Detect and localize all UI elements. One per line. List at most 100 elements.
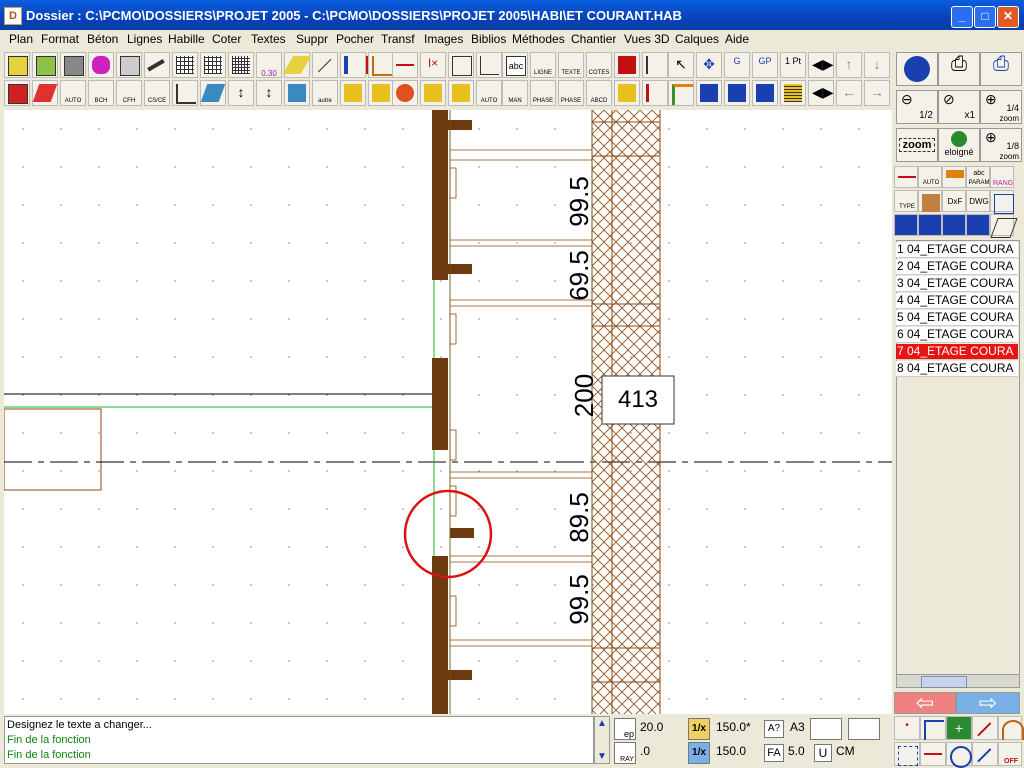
menu-format[interactable]: Format [41,32,79,46]
slab-button[interactable] [282,52,312,78]
text-texte-button[interactable]: TEXTE [558,52,584,78]
osnap-circle-button[interactable] [946,742,972,768]
zoom-half-button[interactable]: ⊖ 1/2 [896,90,938,124]
menu-aide[interactable]: Aide [725,32,749,46]
layer-item-3[interactable]: 3 04_ETAGE COURA [896,276,1018,292]
move-button[interactable]: ✥ [696,52,722,78]
phase2-button[interactable]: PHASE [558,80,584,106]
box-value-text[interactable]: 413 [602,386,674,414]
osnap-cross-button[interactable]: + [946,716,972,740]
dim-text-5[interactable]: 99.5 [564,574,595,625]
color-box-2[interactable] [848,718,880,740]
dim-text-2[interactable]: 69.5 [564,250,595,301]
dim-text-4[interactable]: 89.5 [564,492,595,543]
save-plan-button[interactable] [32,52,58,78]
color-box-1[interactable] [810,718,842,740]
reinforce-button[interactable] [614,52,640,78]
help-button[interactable]: A? [764,720,784,738]
status-scrollbar[interactable]: ▲ ▼ [594,716,610,764]
param-button[interactable]: abc PARAM [966,166,990,188]
paper-size[interactable]: A3 [790,720,805,734]
osnap-point-button[interactable]: • [894,716,920,740]
menu-coter[interactable]: Coter [212,32,241,46]
menu-pocher[interactable]: Pocher [336,32,374,46]
prev-next2-button[interactable]: ◀▶ [808,80,834,106]
next-layer-button[interactable]: ⇨ [956,692,1020,714]
arrow-right-button[interactable]: → [864,80,890,106]
frame-button[interactable] [448,52,474,78]
page-button[interactable] [60,52,86,78]
column-button[interactable] [340,52,370,78]
dxf-button[interactable]: DxF [942,190,966,212]
line-button[interactable] [312,52,338,78]
section-button[interactable] [642,52,668,78]
hat-button[interactable] [340,80,366,106]
csce-button[interactable]: CS/CE [144,80,170,106]
blocks-button[interactable] [942,166,966,188]
menu-plan[interactable]: Plan [9,32,33,46]
bch-button[interactable]: BCH [88,80,114,106]
phase-button[interactable]: PHASE [530,80,556,106]
scale2-value[interactable]: 150.0 [716,744,746,758]
thickness-button[interactable]: 0.30 [256,52,282,78]
cube-button[interactable] [918,190,942,212]
prev-next-button[interactable]: ◀▶ [808,52,834,78]
angle-button[interactable] [476,52,502,78]
arrow-up-button[interactable]: ↑ [836,52,862,78]
snap3-button[interactable] [942,214,966,236]
menu-methodes[interactable]: Méthodes [512,32,565,46]
layer-item-5[interactable]: 5 04_ETAGE COURA [896,310,1018,326]
layer-item-6[interactable]: 6 04_ETAGE COURA [896,327,1018,343]
close-button[interactable]: ✕ [997,6,1019,28]
zoom-x1-button[interactable]: ⊘ x1 [938,90,980,124]
cursor-button[interactable]: ↖ [668,52,694,78]
ep-value[interactable]: 20.0 [640,720,663,734]
auto-button[interactable]: AUTO [60,80,86,106]
zoom-window-button[interactable]: zoom [896,128,938,162]
menu-lignes[interactable]: Lignes [127,32,162,46]
dim-text-button[interactable]: I× [420,52,446,78]
stack2-button[interactable] [724,80,750,106]
menu-chantier[interactable]: Chantier [571,32,616,46]
fa-button[interactable]: FA [764,744,784,762]
dwg-button[interactable]: DWG [966,190,990,212]
refresh-button[interactable] [896,52,938,86]
auto2-button[interactable]: AUTO [476,80,502,106]
unit-cm[interactable]: CM [836,744,855,758]
osnap-rect-button[interactable] [894,742,920,766]
hatch-button[interactable] [780,80,806,106]
one-point-button[interactable]: 1 Pt [780,52,806,78]
osnap-line-button[interactable] [972,716,998,740]
layer-item-4[interactable]: 4 04_ETAGE COURA [896,293,1018,309]
layer-item-7[interactable]: 7 04_ETAGE COURA [896,344,1018,360]
layer-scroll-thumb[interactable] [921,676,967,688]
eloigne-button[interactable]: eloigné [938,128,980,162]
grid-button[interactable] [172,52,198,78]
type-button[interactable]: TYPE [894,190,918,212]
stairs-button[interactable] [368,52,394,78]
height2-button[interactable]: ↕ [256,80,282,106]
snap2-button[interactable] [918,214,942,236]
menu-suppr[interactable]: Suppr [296,32,328,46]
osnap-end-button[interactable] [920,716,946,740]
cfh-button[interactable]: CFH [116,80,142,106]
stack3-button[interactable] [752,80,778,106]
eraser-button[interactable] [32,80,58,106]
text-ligne-button[interactable]: LIGNE [530,52,556,78]
scale1-value[interactable]: 150.0* [716,720,751,734]
dim-text-3[interactable]: 200 [569,374,600,417]
rang-button[interactable]: RANG [990,166,1014,188]
layer-item-8[interactable]: 8 04_ETAGE COURA [896,361,1018,377]
abcd-button[interactable]: ABCD [586,80,612,106]
crane-button[interactable] [668,80,694,106]
ray-button[interactable]: RAY [614,742,636,764]
menu-beton[interactable]: Béton [87,32,118,46]
dim-h-button[interactable] [392,52,418,78]
gp-button[interactable]: GP [752,52,778,78]
scale2-button[interactable]: 1/x [688,742,710,764]
auto-panel-button[interactable]: AUTO [918,166,942,188]
snap1-button[interactable] [894,214,918,236]
layers3d-button[interactable] [200,80,226,106]
menu-images[interactable]: Images [424,32,463,46]
osnap-arc-button[interactable] [998,716,1024,740]
